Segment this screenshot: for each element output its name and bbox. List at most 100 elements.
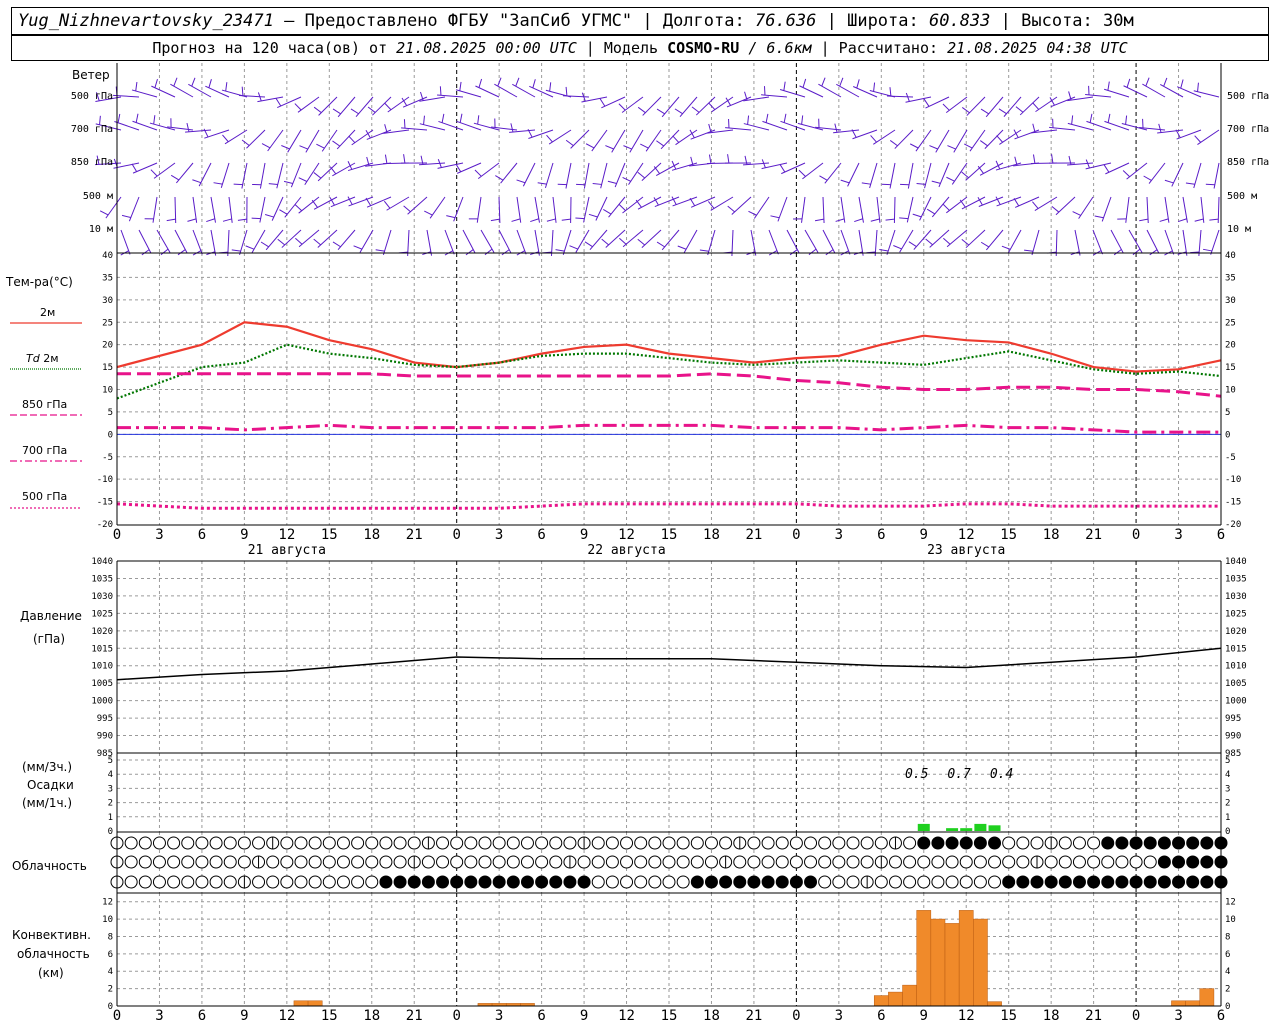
wind-barb-feather xyxy=(332,140,341,147)
cloud-symbol xyxy=(1058,875,1072,889)
cloud-symbol xyxy=(1002,836,1016,850)
cloud-symbol xyxy=(988,855,1002,869)
cloud-symbol xyxy=(223,836,237,850)
y-tick-label: 990 xyxy=(97,732,113,742)
cloud-symbol xyxy=(421,855,435,869)
cloud-symbol xyxy=(620,875,634,889)
cloud-symbol xyxy=(1016,836,1030,850)
wind-barb-feather xyxy=(121,214,131,219)
wind-level-label: 500 м xyxy=(1227,191,1257,202)
cloud-symbol xyxy=(1129,836,1143,850)
wind-barb-feather xyxy=(1194,218,1204,222)
cloud-symbol xyxy=(563,875,577,889)
wind-barb-feather xyxy=(814,218,824,222)
wind-barb-feather xyxy=(1103,164,1110,173)
wind-barb-feather xyxy=(1185,182,1195,185)
wind-barb-feather xyxy=(501,249,510,256)
wind-barb-feather xyxy=(870,218,880,222)
x-tick-label: 9 xyxy=(920,1008,928,1024)
wind-title: Ветер xyxy=(72,68,110,82)
wind-barb-feather xyxy=(946,176,955,182)
wind-barb-feather xyxy=(947,145,956,150)
cloud-symbol xyxy=(761,836,775,850)
wind-barb-feather xyxy=(912,213,922,218)
cloud-symbol xyxy=(1115,855,1129,869)
wind-barb xyxy=(818,83,842,98)
wind-barb-feather xyxy=(980,140,988,147)
wind-barb-feather xyxy=(1089,113,1093,123)
wind-barb-feather xyxy=(135,82,138,92)
wind-barb-feather xyxy=(674,108,683,115)
wind-barb-feather xyxy=(961,171,969,179)
x-tick-label: 6 xyxy=(877,527,885,543)
wind-barb-feather xyxy=(1032,201,1039,209)
wind-barb-feather xyxy=(689,197,696,207)
x-tick-label: 6 xyxy=(1217,1008,1225,1024)
x-tick-label: 3 xyxy=(1174,1008,1182,1024)
cloud-symbol xyxy=(365,836,379,850)
x-tick-label: 0 xyxy=(792,1008,800,1024)
y-tick-label: 1000 xyxy=(1225,697,1247,707)
convective-bar xyxy=(888,991,903,1007)
wind-barb-feather xyxy=(1178,218,1187,223)
cloud-symbol xyxy=(605,836,619,850)
convective-bar xyxy=(1185,1000,1201,1007)
wind-barb-feather xyxy=(277,238,286,246)
x-tick-label: 15 xyxy=(1000,1008,1017,1024)
cloud-symbol xyxy=(1200,855,1214,869)
cloud-symbol xyxy=(846,875,860,889)
cloud-symbol xyxy=(903,875,917,889)
cloud-symbol xyxy=(1072,836,1086,850)
cloud-symbol xyxy=(294,836,308,850)
cloud-symbol xyxy=(379,875,393,889)
y-tick-label: 1025 xyxy=(91,609,113,619)
wind-barb-feather xyxy=(497,77,502,87)
wind-barb-feather xyxy=(131,163,138,172)
wind-barb xyxy=(516,229,527,255)
wind-barb-feather xyxy=(261,143,271,149)
x-tick-label: 21 xyxy=(745,527,762,543)
wind-barb-feather xyxy=(154,78,158,88)
cloud-symbol xyxy=(152,875,166,889)
wind-barb-feather xyxy=(332,241,341,248)
y-tick-label: -20 xyxy=(1225,520,1241,530)
y-tick-label: 25 xyxy=(1225,318,1236,328)
wind-barb-feather xyxy=(135,113,139,123)
y-tick-label: 8 xyxy=(1225,932,1230,942)
wind-barb-feather xyxy=(779,164,786,173)
cloud-symbol xyxy=(747,875,761,889)
wind-barb-feather xyxy=(925,238,933,246)
wind-barb-feather xyxy=(260,241,269,248)
convective-bar xyxy=(307,1000,323,1007)
wind-barb-feather xyxy=(1197,82,1199,92)
wind-barb-feather xyxy=(708,123,712,133)
x-tick-label: 12 xyxy=(278,1008,295,1024)
y-tick-label: 0 xyxy=(108,430,113,440)
cloud-symbol xyxy=(280,855,294,869)
wind-barb-feather xyxy=(348,135,356,144)
y-tick-label: 1035 xyxy=(1225,574,1247,584)
wind-barb-feather xyxy=(942,203,950,211)
wind-barb-feather xyxy=(1051,154,1054,164)
wind-barb xyxy=(753,196,770,219)
wind-barb-feather xyxy=(765,113,769,123)
wind-barb-feather xyxy=(403,205,411,213)
wind-level-label: 500 гПа xyxy=(1227,91,1269,102)
wind-barb xyxy=(407,196,428,215)
wind-barb-feather xyxy=(565,86,568,96)
x-tick-label: 3 xyxy=(835,527,843,543)
x-tick-label: 15 xyxy=(321,1008,338,1024)
x-tick-label: 21 xyxy=(1085,1008,1102,1024)
wind-barb-feather xyxy=(889,140,898,147)
wind-barb-feather xyxy=(1209,218,1219,221)
wind-barb-feather xyxy=(821,77,826,87)
y-tick-label: 30 xyxy=(102,296,113,306)
wind-barb-feather xyxy=(854,218,863,223)
cloud-symbol xyxy=(407,875,421,889)
x-tick-label: 6 xyxy=(877,1008,885,1024)
y-tick-label: 15 xyxy=(102,363,113,373)
y-tick-label: 995 xyxy=(1225,714,1241,724)
y-tick-label: 0 xyxy=(1225,1002,1230,1012)
wind-barb-feather xyxy=(191,77,196,87)
wind-barb-feather xyxy=(899,217,909,220)
